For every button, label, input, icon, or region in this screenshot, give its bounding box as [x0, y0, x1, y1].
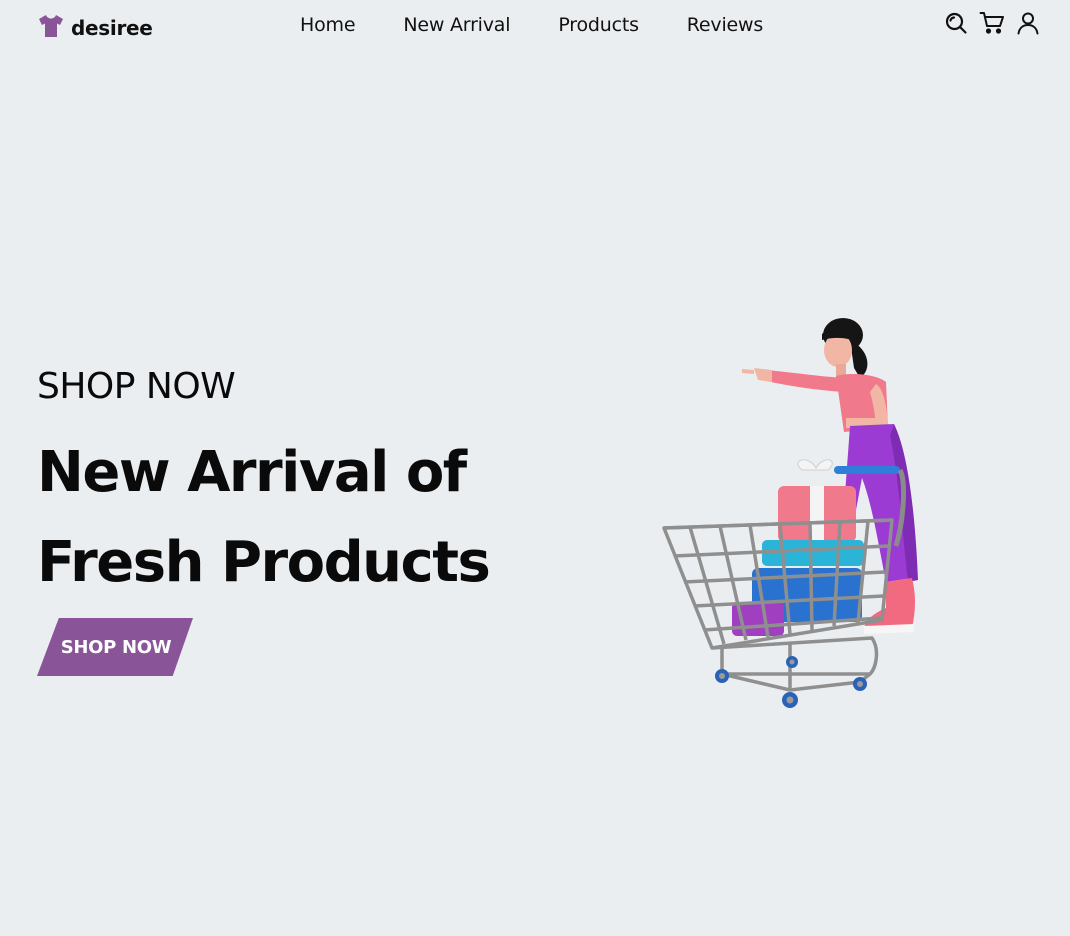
hero-title: New Arrival of Fresh Products: [37, 428, 537, 608]
header-actions: [944, 11, 1040, 35]
brand-name: desiree: [71, 16, 153, 40]
nav-reviews[interactable]: Reviews: [687, 14, 763, 36]
user-icon[interactable]: [1016, 11, 1040, 35]
search-icon[interactable]: [944, 11, 968, 35]
woman-with-shopping-cart-illustration: [650, 310, 940, 720]
nav-new-arrival[interactable]: New Arrival: [403, 14, 510, 36]
brand-logo[interactable]: desiree: [37, 12, 153, 44]
hero-title-line-1: New Arrival of: [37, 440, 467, 505]
main-nav: Home New Arrival Products Reviews: [300, 14, 763, 36]
nav-home[interactable]: Home: [300, 14, 356, 36]
hero-title-line-2: Fresh Products: [37, 530, 491, 595]
landing-page: desiree Home New Arrival Products Review…: [0, 0, 1070, 936]
tshirt-icon: [37, 12, 65, 44]
nav-products[interactable]: Products: [558, 14, 639, 36]
cart-icon[interactable]: [979, 11, 1005, 35]
hero-kicker: SHOP NOW: [37, 366, 236, 407]
shop-now-button[interactable]: SHOP NOW: [37, 618, 193, 676]
